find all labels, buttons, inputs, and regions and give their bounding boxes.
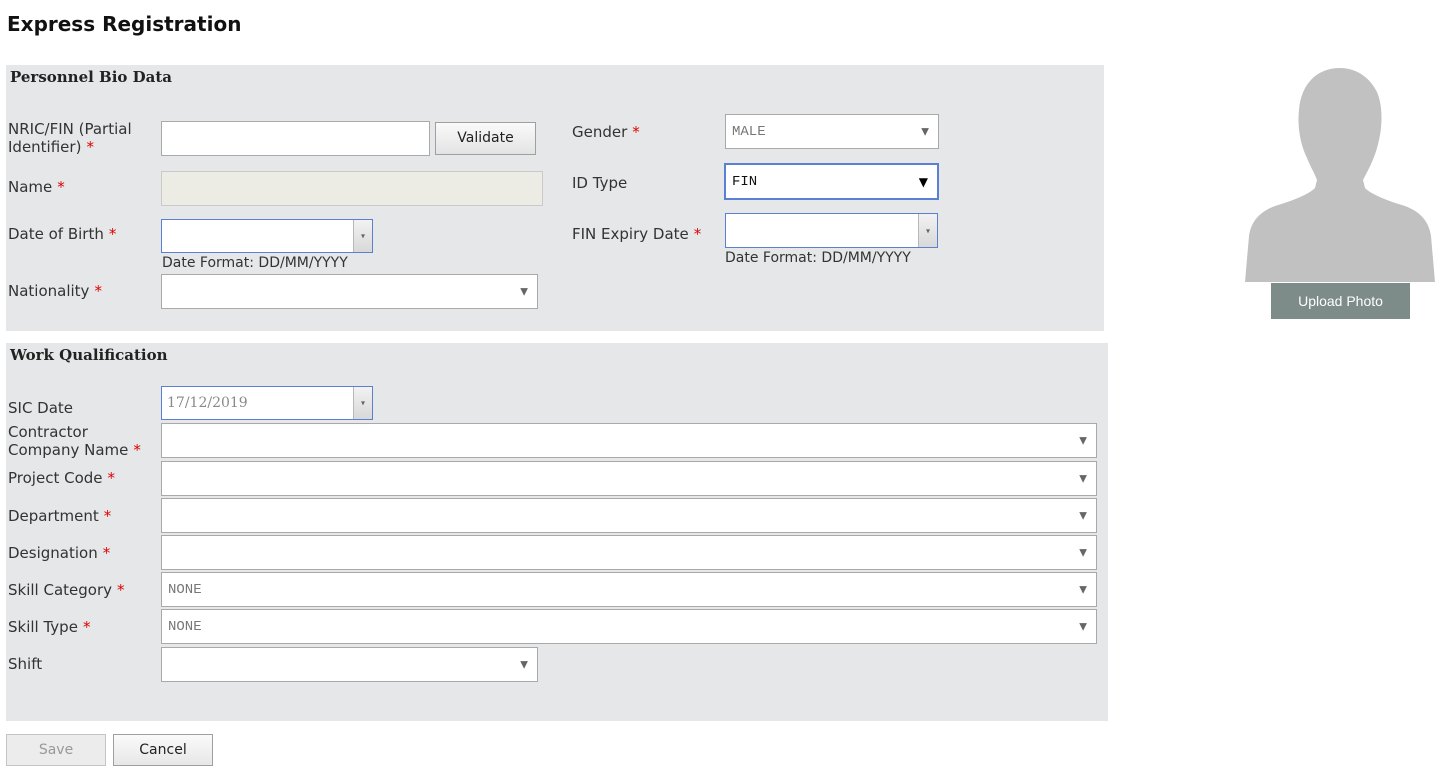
bio-section-title: Personnel Bio Data <box>10 68 173 86</box>
dob-format-hint: Date Format: DD/MM/YYYY <box>162 255 348 271</box>
chevron-down-icon: ▼ <box>1079 621 1087 632</box>
person-silhouette-icon <box>1245 68 1435 282</box>
contractor-label-line2: Company Name <box>8 441 129 459</box>
gender-label: Gender * <box>572 123 640 141</box>
chevron-down-icon: ▾ <box>360 398 366 408</box>
required-marker: * <box>94 282 102 300</box>
designation-select[interactable]: ▼ <box>161 535 1097 570</box>
cancel-button[interactable]: Cancel <box>113 734 213 766</box>
project-code-label: Project Code * <box>8 469 115 487</box>
fin-expiry-label: FIN Expiry Date * <box>572 225 701 243</box>
required-marker: * <box>117 581 125 599</box>
required-marker: * <box>86 138 94 156</box>
required-marker: * <box>693 225 702 243</box>
project-code-label-text: Project Code <box>8 469 103 487</box>
id-type-label: ID Type <box>572 174 628 192</box>
id-type-value: FIN <box>732 173 758 190</box>
skill-category-value: NONE <box>168 581 202 598</box>
fin-expiry-format-hint: Date Format: DD/MM/YYYY <box>725 250 911 266</box>
chevron-down-icon: ▼ <box>918 174 928 189</box>
contractor-company-select[interactable]: ▼ <box>161 423 1097 458</box>
required-marker: * <box>108 225 117 243</box>
skill-category-select[interactable]: NONE ▼ <box>161 572 1097 607</box>
name-label-text: Name <box>8 178 53 196</box>
gender-select[interactable]: MALE ▼ <box>725 114 939 149</box>
nationality-select[interactable]: ▼ <box>161 274 538 309</box>
dob-date-picker[interactable]: ▾ <box>161 219 373 253</box>
nric-label-line1: NRIC/FIN (Partial <box>8 120 132 138</box>
name-input[interactable] <box>161 171 543 206</box>
chevron-down-icon: ▾ <box>925 226 931 235</box>
chevron-down-icon: ▼ <box>520 659 528 670</box>
name-label: Name * <box>8 178 65 196</box>
sic-date-picker[interactable]: 17/12/2019 ▾ <box>161 386 373 420</box>
chevron-down-icon: ▼ <box>520 286 528 297</box>
work-section-title: Work Qualification <box>10 346 168 364</box>
skill-type-select[interactable]: NONE ▼ <box>161 609 1097 644</box>
designation-label-text: Designation <box>8 544 98 562</box>
sic-calendar-toggle[interactable]: ▾ <box>353 387 372 419</box>
department-label: Department * <box>8 507 111 525</box>
skill-category-label: Skill Category * <box>8 581 125 599</box>
sic-date-label: SIC Date <box>8 399 74 417</box>
dob-calendar-toggle[interactable]: ▾ <box>353 220 372 252</box>
required-marker: * <box>103 507 112 525</box>
skill-type-label: Skill Type * <box>8 618 90 636</box>
chevron-down-icon: ▼ <box>921 126 929 137</box>
save-button[interactable]: Save <box>6 734 106 766</box>
required-marker: * <box>107 469 116 487</box>
nationality-label-text: Nationality <box>8 282 90 300</box>
chevron-down-icon: ▼ <box>1079 435 1087 446</box>
nric-label-line2: Identifier) <box>8 138 82 156</box>
chevron-down-icon: ▼ <box>1079 473 1087 484</box>
skill-type-label-text: Skill Type <box>8 618 78 636</box>
fin-expiry-date-picker[interactable]: ▾ <box>725 213 938 248</box>
required-marker: * <box>133 441 141 459</box>
required-marker: * <box>102 544 111 562</box>
shift-label: Shift <box>8 655 43 673</box>
required-marker: * <box>82 618 91 636</box>
fin-expiry-label-text: FIN Expiry Date <box>572 225 689 243</box>
project-code-select[interactable]: ▼ <box>161 461 1097 496</box>
designation-label: Designation * <box>8 544 110 562</box>
nationality-label: Nationality * <box>8 282 102 300</box>
chevron-down-icon: ▼ <box>1079 547 1087 558</box>
required-marker: * <box>57 178 65 196</box>
shift-select[interactable]: ▼ <box>161 647 538 682</box>
contractor-label-line1: Contractor <box>8 423 88 441</box>
upload-photo-button[interactable]: Upload Photo <box>1271 283 1410 319</box>
required-marker: * <box>632 123 640 141</box>
department-label-text: Department <box>8 507 99 525</box>
chevron-down-icon: ▼ <box>1079 510 1087 521</box>
skill-category-label-text: Skill Category <box>8 581 112 599</box>
gender-label-text: Gender <box>572 123 628 141</box>
id-type-select[interactable]: FIN ▼ <box>724 163 939 200</box>
skill-type-value: NONE <box>168 618 202 635</box>
contractor-label: Contractor Company Name * <box>8 423 141 459</box>
nric-label: NRIC/FIN (Partial Identifier) * <box>8 120 132 156</box>
sic-date-value: 17/12/2019 <box>167 395 248 411</box>
page-title: Express Registration <box>7 12 242 36</box>
dob-label: Date of Birth * <box>8 225 116 243</box>
dob-label-text: Date of Birth <box>8 225 104 243</box>
validate-button[interactable]: Validate <box>435 122 536 155</box>
chevron-down-icon: ▼ <box>1079 584 1087 595</box>
fin-expiry-calendar-toggle[interactable]: ▾ <box>918 214 937 247</box>
chevron-down-icon: ▾ <box>360 231 366 241</box>
nric-input[interactable] <box>161 121 430 156</box>
department-select[interactable]: ▼ <box>161 498 1097 533</box>
gender-value: MALE <box>732 123 766 140</box>
